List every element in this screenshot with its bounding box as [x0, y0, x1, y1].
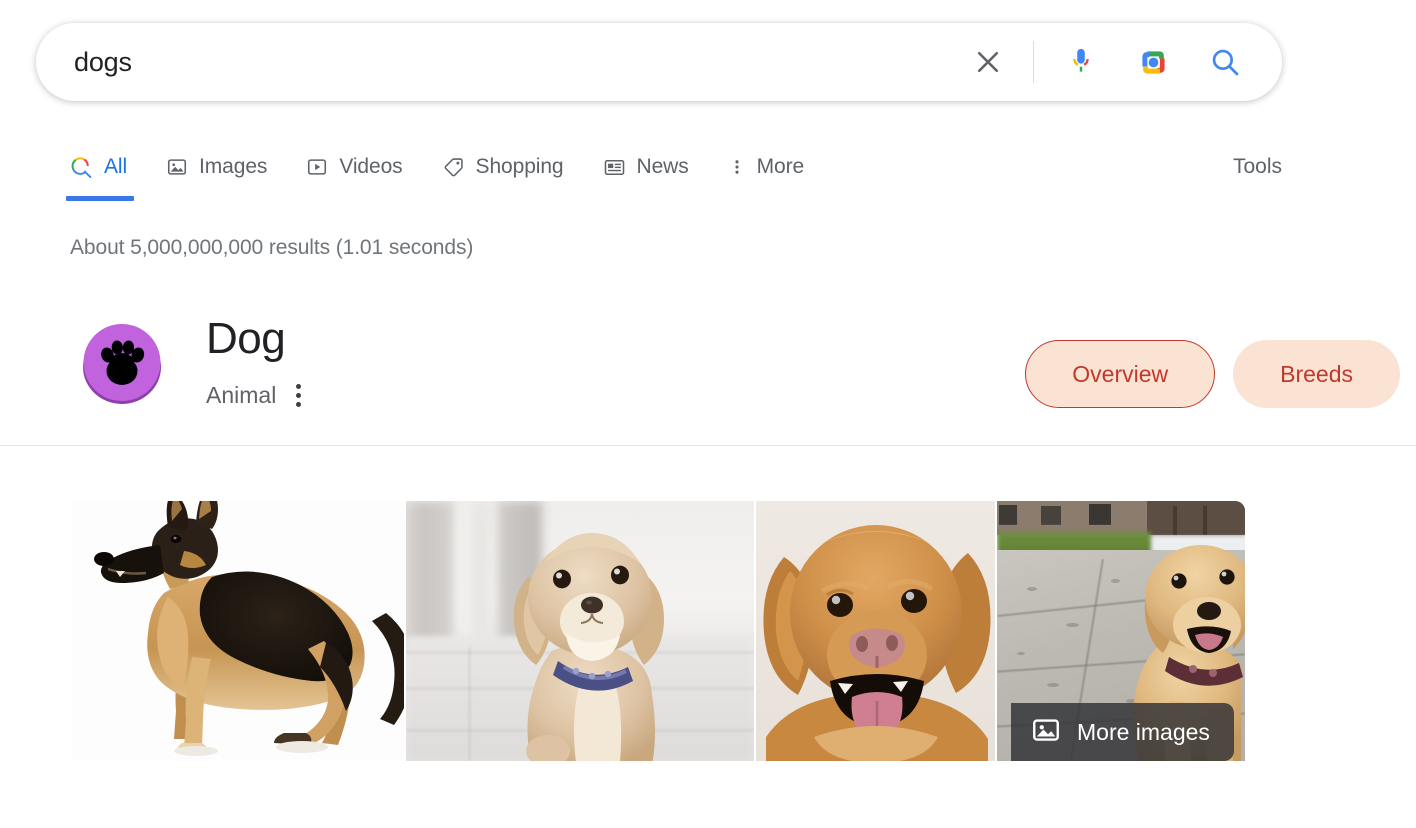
paw-print-badge-icon	[83, 324, 161, 404]
cockapoo-photo	[406, 501, 754, 761]
knowledge-panel-subtitle-row: Animal	[206, 380, 307, 411]
search-colored-icon	[70, 156, 93, 179]
retriever-face-photo	[756, 501, 995, 761]
chip-breeds[interactable]: Breeds	[1233, 340, 1400, 408]
tools-button[interactable]: Tools	[1233, 155, 1282, 179]
tab-images-label: Images	[199, 155, 268, 178]
more-images-button[interactable]: More images	[1011, 703, 1234, 761]
search-input[interactable]	[36, 23, 965, 101]
search-tabs-row: All Images Videos Shopping News More Too…	[0, 148, 1416, 206]
tab-more-label: More	[756, 155, 805, 178]
close-x-icon	[977, 51, 999, 73]
tab-news[interactable]: News	[603, 148, 689, 179]
tab-all-label: All	[104, 155, 128, 178]
microphone-icon	[1073, 48, 1089, 72]
tab-shopping[interactable]: Shopping	[442, 148, 564, 179]
search-bar-container	[36, 23, 1282, 101]
image-result-puppy-sidewalk[interactable]: More images	[997, 501, 1245, 761]
image-result-cockapoo[interactable]	[406, 501, 754, 761]
search-magnifier-icon	[1212, 49, 1239, 76]
german-shepherd-photo	[72, 501, 404, 761]
more-vertical-icon-dot	[296, 393, 302, 398]
clear-search-button[interactable]	[965, 39, 1011, 85]
more-vertical-icon-dot	[296, 402, 302, 407]
chip-overview[interactable]: Overview	[1025, 340, 1216, 408]
more-images-label: More images	[1077, 718, 1210, 745]
search-divider	[1033, 41, 1034, 83]
newspaper-icon	[603, 156, 626, 179]
image-icon	[1031, 715, 1061, 750]
google-lens-camera-icon	[1141, 50, 1165, 74]
active-tab-underline	[66, 196, 134, 201]
image-results-strip: More images	[72, 501, 1245, 761]
knowledge-panel-header: Dog Animal Overview Breeds	[0, 300, 1416, 446]
google-lens-button[interactable]	[1130, 39, 1176, 85]
voice-search-button[interactable]	[1058, 39, 1104, 85]
tab-more[interactable]: More	[728, 148, 804, 179]
search-submit-button[interactable]	[1202, 39, 1248, 85]
knowledge-panel-menu-button[interactable]	[290, 380, 307, 411]
search-bar[interactable]	[36, 23, 1282, 101]
tab-images[interactable]: Images	[166, 148, 267, 179]
more-vertical-icon	[728, 156, 746, 178]
tab-news-label: News	[636, 155, 689, 178]
avatar	[81, 323, 163, 405]
section-divider	[0, 445, 1416, 446]
result-stats: About 5,000,000,000 results (1.01 second…	[70, 236, 474, 259]
image-result-retriever-face[interactable]	[756, 501, 995, 761]
tab-videos-label: Videos	[339, 155, 403, 178]
more-vertical-icon-dot	[296, 384, 302, 389]
search-tabs: All Images Videos Shopping News More	[66, 148, 843, 201]
tab-shopping-label: Shopping	[475, 155, 564, 178]
knowledge-panel-chips: Overview Breeds	[1025, 340, 1400, 408]
tab-all[interactable]: All	[66, 148, 134, 201]
price-tag-icon	[442, 156, 465, 179]
page-title: Dog	[206, 314, 286, 363]
knowledge-panel-subtitle: Animal	[206, 382, 277, 408]
video-play-icon	[306, 156, 328, 178]
search-actions	[965, 23, 1282, 101]
image-result-german-shepherd[interactable]	[72, 501, 404, 761]
image-icon	[166, 156, 188, 178]
tab-videos[interactable]: Videos	[306, 148, 403, 179]
